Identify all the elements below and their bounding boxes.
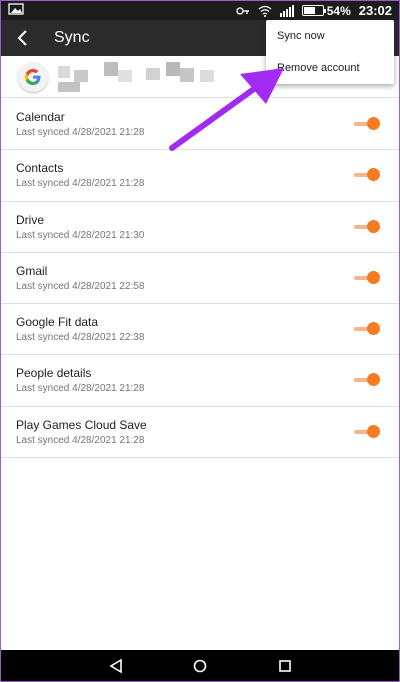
sync-item-title: Gmail [16,263,48,278]
sync-item-subtitle: Last synced 4/28/2021 21:28 [16,127,145,138]
battery-percent: 54% [326,3,351,18]
menu-item-remove-account[interactable]: Remove account [277,62,360,74]
signal-icon [279,4,294,17]
sync-list: Calendar Last synced 4/28/2021 21:28 Con… [0,99,400,459]
sync-item-subtitle: Last synced 4/28/2021 22:58 [16,280,145,292]
sync-toggle[interactable] [354,270,380,285]
sync-item-calendar[interactable]: Calendar Last synced 4/28/2021 21:28 [0,99,400,151]
recents-square-icon[interactable] [277,658,293,674]
sync-item-subtitle: Last synced 4/28/2021 21:30 [16,229,145,241]
sync-toggle[interactable] [354,117,380,131]
navigation-bar [0,650,400,682]
sync-item-subtitle: Last synced 4/28/2021 21:28 [16,383,145,395]
sync-item-title: Drive [16,212,45,227]
battery-indicator: 54% [301,3,351,18]
sync-item-subtitle: Last synced 4/28/2021 22:38 [16,332,145,344]
notification-area [8,2,24,19]
sync-item-title: People details [16,366,92,381]
back-arrow-icon[interactable] [12,27,34,49]
sync-item-google-fit-data[interactable]: Google Fit data Last synced 4/28/2021 22… [0,304,400,356]
sync-item-title: Google Fit data [16,315,99,330]
sync-item-subtitle: Last synced 4/28/2021 21:28 [16,178,145,190]
overflow-menu: Sync now Remove account [266,20,394,84]
status-bar: 54% 23:02 [0,0,400,20]
sync-toggle[interactable] [354,424,380,439]
page-title: Sync [54,29,90,46]
sync-item-gmail[interactable]: Gmail Last synced 4/28/2021 22:58 [0,253,400,305]
back-triangle-icon[interactable] [108,658,124,674]
sync-item-subtitle: Last synced 4/28/2021 21:28 [16,434,145,446]
sync-item-drive[interactable]: Drive Last synced 4/28/2021 21:30 [0,202,400,253]
status-image-icon [8,3,24,15]
clock-time: 23:02 [358,3,392,18]
battery-icon [301,5,326,16]
sync-toggle[interactable] [354,168,380,182]
sync-item-title: Calendar [16,110,65,124]
sync-item-title: Contacts [16,161,64,176]
home-circle-icon[interactable] [192,658,208,674]
menu-item-sync-now[interactable]: Sync now [277,30,325,42]
google-logo-icon [18,62,48,92]
sync-item-title: Play Games Cloud Save [16,417,147,432]
sync-toggle[interactable] [354,219,380,234]
sync-toggle[interactable] [354,373,380,387]
wifi-icon [258,5,272,17]
key-icon [236,6,249,15]
sync-toggle[interactable] [354,322,380,336]
sync-item-people-details[interactable]: People details Last synced 4/28/2021 21:… [0,355,400,407]
sync-item-play-games-cloud-save[interactable]: Play Games Cloud Save Last synced 4/28/2… [0,407,400,459]
sync-item-contacts[interactable]: Contacts Last synced 4/28/2021 21:28 [0,150,400,202]
status-icons: 54% 23:02 [236,3,392,18]
